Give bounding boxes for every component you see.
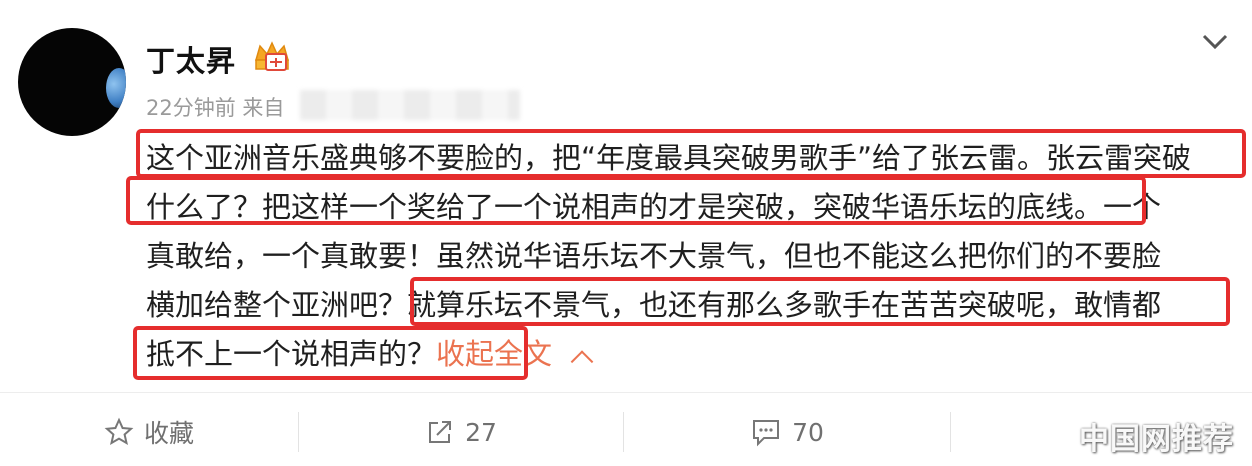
redacted-source <box>300 90 520 120</box>
collapse-full-text-link[interactable]: 收起全文 <box>436 337 594 373</box>
crown-badge-icon <box>255 41 289 71</box>
caret-up-icon <box>570 350 594 373</box>
watermark: 中国网推荐 <box>1079 422 1234 457</box>
content-line-last: 抵不上一个说相声的？收起全文 <box>146 330 1226 379</box>
share-button[interactable]: 27 <box>299 398 623 466</box>
collapse-label: 收起全文 <box>436 337 553 371</box>
action-bar: 收藏 27 70 <box>0 398 1252 466</box>
comment-count: 70 <box>792 417 824 447</box>
comment-icon <box>753 420 780 447</box>
avatar-earth-graphic <box>106 68 126 108</box>
author-name[interactable]: 丁太昇 <box>146 38 236 80</box>
avatar[interactable] <box>18 28 126 136</box>
share-icon <box>429 421 452 443</box>
content-line: 什么了？把这样一个奖给了一个说相声的才是突破，突破华语乐坛的底线。一个 <box>146 190 1162 224</box>
favorite-label: 收藏 <box>143 419 194 448</box>
chevron-down-icon[interactable] <box>1200 30 1230 52</box>
post-content: 这个亚洲音乐盛典够不要脸的，把“年度最具突破男歌手”给了张云雷。张云雷突破 什么… <box>146 134 1226 379</box>
post-time-source: 22分钟前 来自 <box>146 96 285 120</box>
content-line: 这个亚洲音乐盛典够不要脸的，把“年度最具突破男歌手”给了张云雷。张云雷突破 <box>146 141 1192 175</box>
action-separator <box>950 412 951 452</box>
share-count: 27 <box>465 417 497 447</box>
comment-button[interactable]: 70 <box>624 398 950 466</box>
content-line: 横加给整个亚洲吧？就算乐坛不景气，也还有那么多歌手在苦苦突破呢，敢情都 <box>146 288 1162 322</box>
content-line-text: 抵不上一个说相声的？ <box>146 337 437 371</box>
divider <box>0 392 1252 393</box>
favorite-button[interactable]: 收藏 <box>0 398 298 466</box>
content-line: 真敢给，一个真敢要！虽然说华语乐坛不大景气，但也不能这么把你们的不要脸 <box>146 239 1162 273</box>
star-icon <box>104 417 134 446</box>
